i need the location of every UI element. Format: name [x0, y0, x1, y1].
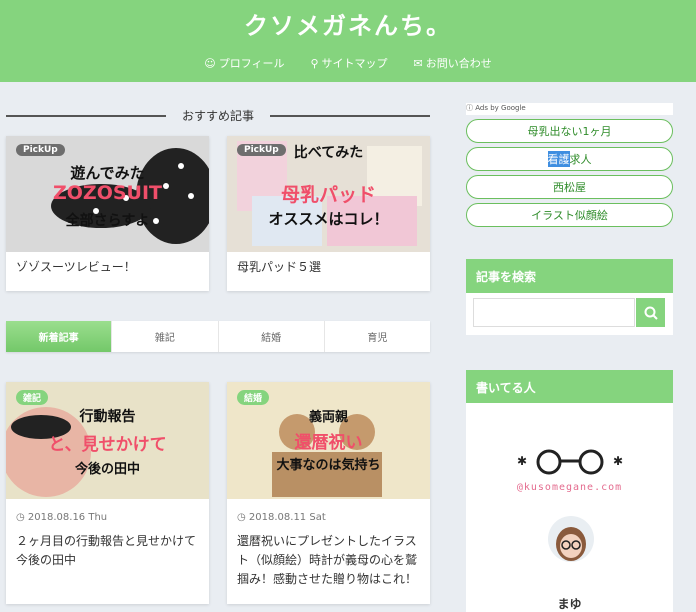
recommended-card-1[interactable]: 遊んでみた ZOZOSUIT 全部さらすよ PickUp ゾゾスーツレビュー！ [6, 136, 209, 291]
recommended-heading: おすすめ記事 [6, 107, 430, 123]
global-nav: ☺ プロフィール ⚲ サイトマップ ✉ お問い合わせ [0, 55, 696, 71]
avatar [548, 516, 594, 562]
tab-parenting[interactable]: 育児 [323, 321, 430, 352]
thumb-line: 還暦祝い [294, 433, 363, 453]
glasses-logo-icon: ✱ ✱ [517, 449, 623, 475]
tab-misc[interactable]: 雑記 [111, 321, 217, 352]
avatar-image [556, 527, 586, 561]
nav-sitemap[interactable]: ⚲ サイトマップ [310, 55, 387, 71]
thumb-line: と、見せかけて [48, 435, 167, 455]
thumb-line: 今後の田中 [74, 462, 140, 477]
search-widget [466, 293, 673, 335]
search-button[interactable] [636, 298, 665, 327]
site-header: クソメガネんち。 ☺ プロフィール ⚲ サイトマップ ✉ お問い合わせ [0, 0, 696, 82]
ads-label[interactable]: ⓘ Ads by Google [466, 103, 673, 115]
ad-info-icon: ⓘ [466, 104, 476, 112]
thumb-line: 母乳パッド [280, 184, 376, 206]
pickup-badge: PickUp [237, 144, 286, 156]
card-title[interactable]: 母乳パッド５選 [237, 258, 420, 277]
author-widget-title: 書いてる人 [466, 370, 673, 404]
site-logo[interactable]: クソメガネんち。 [0, 6, 696, 41]
category-tabs: 新着記事 雑記 結婚 育児 [6, 321, 430, 352]
pin-icon: ⚲ [310, 57, 319, 70]
tab-new[interactable]: 新着記事 [6, 321, 112, 352]
article-card-2[interactable]: 義両親 還暦祝い 大事なのは気持ち 結婚 ◷ 2018.08.11 Sat 還暦… [227, 382, 430, 604]
svg-text:✱: ✱ [613, 454, 623, 468]
thumb-line: ZOZOSUIT [53, 182, 162, 204]
recommended-card-2[interactable]: 比べてみた 母乳パッド オススメはコレ！ PickUp 母乳パッド５選 [227, 136, 430, 291]
thumb-line: 遊んでみた [70, 164, 145, 182]
nav-contact[interactable]: ✉ お問い合わせ [414, 55, 492, 71]
tab-marriage[interactable]: 結婚 [217, 321, 324, 352]
search-icon [644, 306, 658, 320]
ad-link-3[interactable]: 西松屋 [466, 175, 673, 199]
ad-link-2[interactable]: 看護 求人 [466, 147, 673, 171]
category-badge: 雑記 [16, 390, 49, 405]
nav-profile[interactable]: ☺ プロフィール [204, 55, 284, 71]
thumb-line: 全部さらすよ [65, 213, 150, 229]
card-title[interactable]: ２ヶ月目の行動報告と見せかけて今後の田中 [16, 532, 199, 570]
card-title[interactable]: 還暦祝いにプレゼントしたイラスト（似顔絵）時計が義母の心を鷲掴み！感動させた贈り… [237, 532, 420, 590]
clock-icon: ◷ [16, 512, 28, 523]
article-card-1[interactable]: 行動報告 と、見せかけて 今後の田中 雑記 ◷ 2018.08.16 Thu ２… [6, 382, 209, 604]
ad-link-highlight: 看護 [547, 151, 570, 167]
thumb-line: オススメはコレ！ [268, 210, 389, 228]
ad-link-4[interactable]: イラスト似顔絵 [466, 203, 673, 227]
card-title[interactable]: ゾゾスーツレビュー！ [16, 258, 199, 277]
post-date: ◷ 2018.08.16 Thu [16, 512, 108, 523]
search-input[interactable] [473, 298, 635, 327]
thumb-line: 行動報告 [79, 409, 136, 425]
mail-icon: ✉ [413, 57, 423, 70]
author-widget: ✱ ✱ @kusomegane.com まゆ [466, 403, 673, 612]
svg-text:✱: ✱ [517, 454, 527, 468]
clock-icon: ◷ [237, 512, 249, 523]
author-name: まゆ [557, 597, 582, 611]
user-icon: ☺ [204, 57, 216, 70]
thumb-line: 義両親 [308, 410, 348, 425]
ad-link-1[interactable]: 母乳出ない1ヶ月 [466, 119, 673, 143]
post-date: ◷ 2018.08.11 Sat [237, 512, 326, 523]
site-url: @kusomegane.com [516, 482, 623, 493]
pickup-badge: PickUp [16, 144, 65, 156]
search-widget-title: 記事を検索 [466, 259, 673, 293]
category-badge: 結婚 [237, 390, 270, 405]
thumb-line: 大事なのは気持ち [276, 458, 381, 473]
